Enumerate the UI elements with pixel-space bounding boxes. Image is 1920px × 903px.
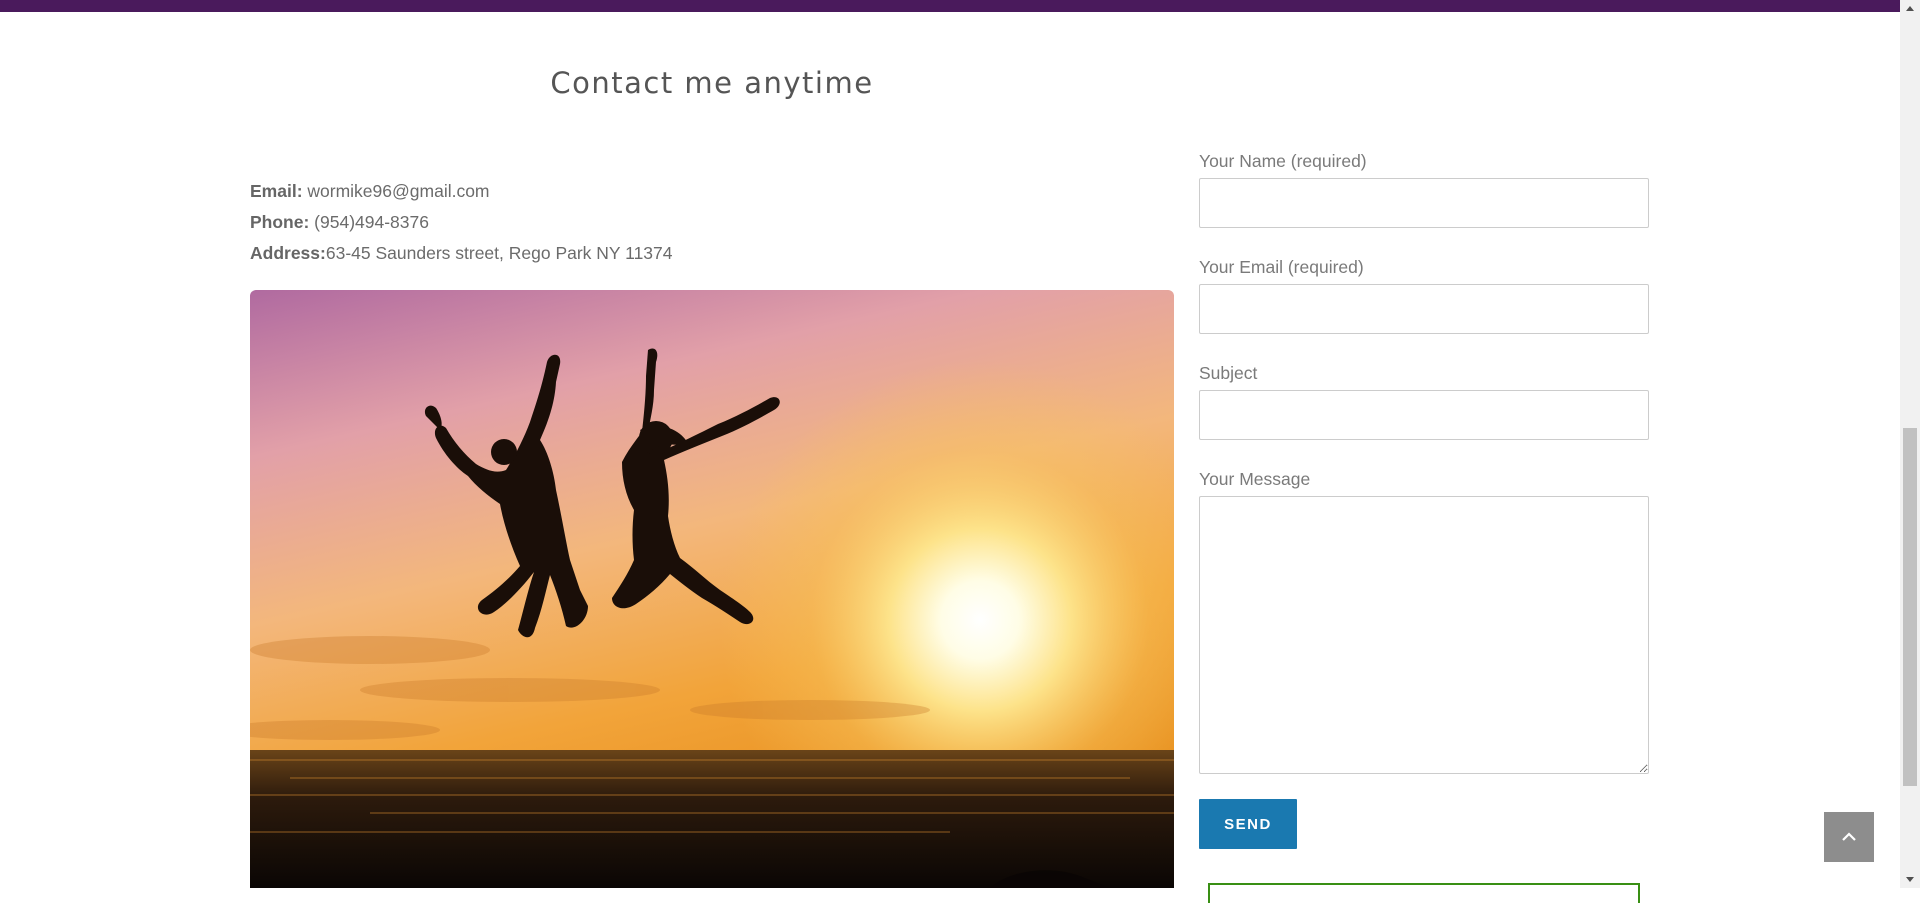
subject-label: Subject	[1199, 363, 1258, 383]
page-title: Contact me anytime	[550, 66, 874, 100]
scroll-down-button[interactable]	[1900, 871, 1920, 888]
message-textarea[interactable]	[1199, 496, 1649, 774]
photo-illustration	[250, 290, 1174, 888]
address-value: 63-45 Saunders street, Rego Park NY 1137…	[325, 243, 673, 263]
phone-line: Phone: (954)494-8376	[250, 207, 673, 238]
form-response-box	[1208, 883, 1640, 903]
contact-info: Email: wormike96@gmail.com Phone: (954)4…	[250, 176, 673, 269]
address-line: Address:63-45 Saunders street, Rego Park…	[250, 238, 673, 269]
chevron-up-icon	[1842, 832, 1856, 841]
subject-input[interactable]	[1199, 390, 1649, 440]
triangle-up-icon	[1906, 6, 1914, 11]
name-label: Your Name (required)	[1199, 151, 1367, 171]
message-label: Your Message	[1199, 469, 1311, 489]
email-label: Your Email (required)	[1199, 257, 1364, 277]
email-value: wormike96@gmail.com	[302, 181, 490, 201]
contact-form: Your Name (required) Your Email (require…	[1199, 150, 1649, 774]
address-label: Address:	[250, 243, 326, 263]
scroll-up-button[interactable]	[1900, 0, 1920, 17]
email-label: Email:	[250, 181, 303, 201]
phone-value: (954)494-8376	[309, 212, 429, 232]
scroll-thumb[interactable]	[1903, 428, 1917, 786]
sunset-jump-photo	[250, 290, 1174, 888]
email-input[interactable]	[1199, 284, 1649, 334]
page-scrollbar[interactable]	[1900, 0, 1920, 888]
triangle-down-icon	[1906, 877, 1914, 882]
top-color-bar	[0, 0, 1900, 12]
phone-label: Phone:	[250, 212, 310, 232]
back-to-top-button[interactable]	[1824, 812, 1874, 862]
name-input[interactable]	[1199, 178, 1649, 228]
send-button[interactable]: SEND	[1199, 799, 1297, 849]
email-line: Email: wormike96@gmail.com	[250, 176, 673, 207]
